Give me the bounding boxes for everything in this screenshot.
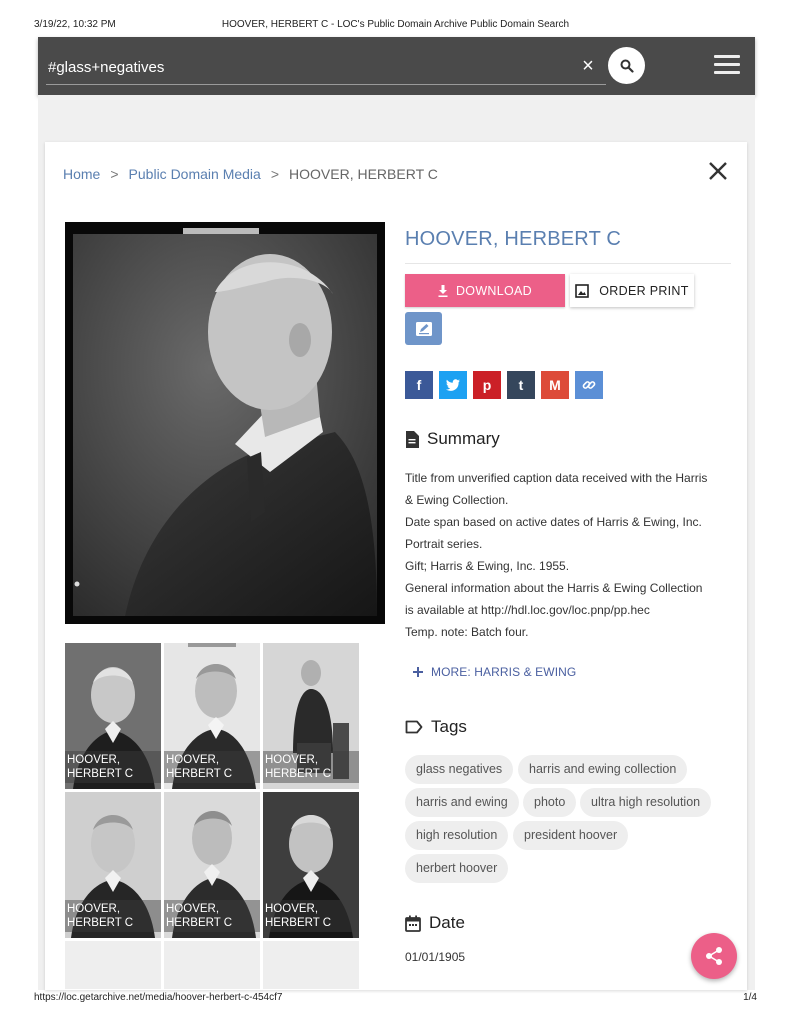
thumbnail-placeholder xyxy=(164,941,260,989)
pinterest-icon[interactable]: p xyxy=(473,371,501,399)
divider xyxy=(405,263,731,264)
close-icon[interactable] xyxy=(707,160,729,182)
summary-heading: Summary xyxy=(405,429,500,449)
tags-heading: Tags xyxy=(405,717,467,737)
date-value: 01/01/1905 xyxy=(405,950,466,964)
tag-chip[interactable]: photo xyxy=(523,788,577,817)
twitter-icon[interactable] xyxy=(439,371,467,399)
search-input[interactable] xyxy=(46,51,606,85)
search-button[interactable] xyxy=(608,47,645,84)
thumbnail-caption: HOOVER, HERBERT C xyxy=(164,751,260,783)
link-icon[interactable] xyxy=(575,371,603,399)
media-detail-card: Home > Public Domain Media > HOOVER, HER… xyxy=(45,142,747,990)
search-icon xyxy=(620,59,634,73)
thumbnail-3[interactable]: HOOVER, HERBERT C xyxy=(263,643,359,789)
print-page-number: 1/4 xyxy=(743,992,757,1003)
thumbnail-caption: HOOVER, HERBERT C xyxy=(263,751,359,783)
tag-chip[interactable]: president hoover xyxy=(513,821,629,850)
summary-text: Title from unverified caption data recei… xyxy=(405,471,708,639)
print-header: 3/19/22, 10:32 PM HOOVER, HERBERT C - LO… xyxy=(0,16,791,32)
date-heading: Date xyxy=(405,913,465,933)
facebook-icon[interactable]: f xyxy=(405,371,433,399)
breadcrumb-public-domain-media[interactable]: Public Domain Media xyxy=(129,166,261,182)
print-url: https://loc.getarchive.net/media/hoover-… xyxy=(34,992,283,1003)
tumblr-icon[interactable]: t xyxy=(507,371,535,399)
tag-icon xyxy=(405,720,423,734)
thumbnail-6[interactable]: HOOVER, HERBERT C xyxy=(263,792,359,938)
edit-button[interactable] xyxy=(405,312,442,345)
tag-chip[interactable]: harris and ewing xyxy=(405,788,519,817)
order-print-button[interactable]: ORDER PRINT xyxy=(570,274,694,307)
tag-chip[interactable]: ultra high resolution xyxy=(580,788,712,817)
clear-search-button[interactable]: × xyxy=(578,53,598,79)
tag-chip[interactable]: high resolution xyxy=(405,821,509,850)
chevron-right-icon: > xyxy=(270,166,280,182)
thumbnail-5[interactable]: HOOVER, HERBERT C xyxy=(164,792,260,938)
share-fab[interactable] xyxy=(691,933,737,979)
download-button[interactable]: DOWNLOAD xyxy=(405,274,565,307)
main-photo[interactable] xyxy=(65,222,385,624)
thumbnail-1[interactable]: HOOVER, HERBERT C xyxy=(65,643,161,789)
thumbnail-caption: HOOVER, HERBERT C xyxy=(65,751,161,783)
thumbnail-caption: HOOVER, HERBERT C xyxy=(164,900,260,932)
print-footer: https://loc.getarchive.net/media/hoover-… xyxy=(0,990,791,1006)
print-doc-title: HOOVER, HERBERT C - LOC's Public Domain … xyxy=(221,19,570,30)
share-buttons: f p t M xyxy=(405,371,603,399)
thumbnail-placeholder xyxy=(263,941,359,989)
order-print-label: ORDER PRINT xyxy=(599,283,689,298)
thumbnail-placeholder xyxy=(65,941,161,989)
plus-icon xyxy=(413,667,423,677)
share-icon xyxy=(706,947,722,965)
top-search-bar: × xyxy=(38,37,755,95)
gmail-icon[interactable]: M xyxy=(541,371,569,399)
thumbnail-2[interactable]: HOOVER, HERBERT C xyxy=(164,643,260,789)
document-icon xyxy=(406,430,419,448)
calendar-icon xyxy=(405,915,421,932)
image-icon xyxy=(575,283,590,298)
download-icon xyxy=(438,284,448,297)
thumbnail-4[interactable]: HOOVER, HERBERT C xyxy=(65,792,161,938)
thumbnail-caption: HOOVER, HERBERT C xyxy=(65,900,161,932)
more-harris-ewing-link[interactable]: MORE: HARRIS & EWING xyxy=(413,665,576,679)
breadcrumb-home[interactable]: Home xyxy=(63,166,100,182)
thumbnail-caption: HOOVER, HERBERT C xyxy=(263,900,359,932)
tag-chip[interactable]: herbert hoover xyxy=(405,854,509,883)
tag-chip[interactable]: glass negatives xyxy=(405,755,514,784)
tag-chip[interactable]: harris and ewing collection xyxy=(518,755,688,784)
download-label: DOWNLOAD xyxy=(455,283,532,298)
hamburger-menu-icon[interactable] xyxy=(714,55,740,77)
chevron-right-icon: > xyxy=(110,166,119,182)
breadcrumb: Home > Public Domain Media > HOOVER, HER… xyxy=(63,166,438,182)
edit-icon xyxy=(415,321,432,336)
breadcrumb-current: HOOVER, HERBERT C xyxy=(289,166,438,182)
page-title: HOOVER, HERBERT C xyxy=(405,228,622,250)
